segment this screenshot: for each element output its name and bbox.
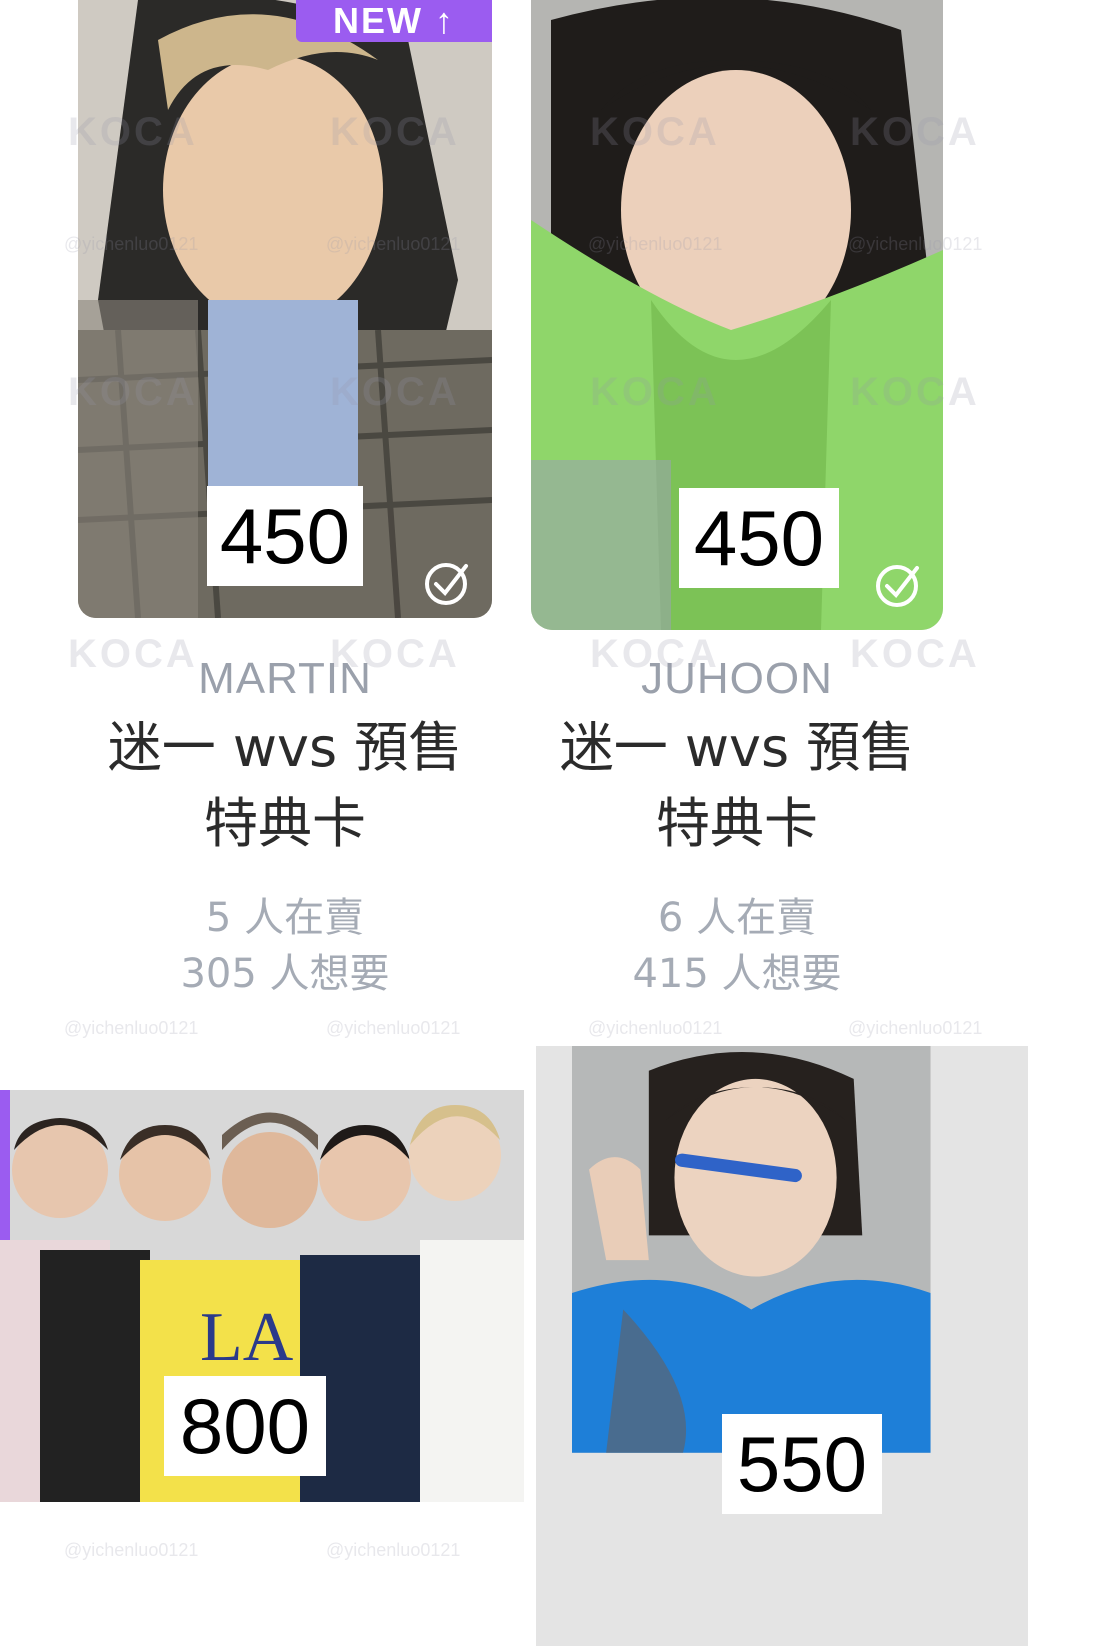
card-image-solo[interactable]: 550: [536, 1046, 1028, 1646]
price-label: 550: [722, 1414, 882, 1514]
price-label: 800: [164, 1376, 326, 1476]
watermark-handle: @yichenluo0121: [64, 1018, 199, 1038]
watermark-handle: @yichenluo0121: [588, 1018, 723, 1038]
seller-count: 5 人在賣: [205, 895, 365, 941]
card-info-martin[interactable]: MARTIN 迷一 wvs 預售 特典卡 5 人在賣 305 人想要: [40, 654, 530, 1002]
item-title: 迷一 wvs 預售: [559, 716, 915, 779]
check-circle-icon[interactable]: [422, 556, 474, 608]
svg-text:LA: LA: [200, 1299, 294, 1376]
card-image-group[interactable]: LA 800: [0, 1090, 524, 1502]
check-circle-icon[interactable]: [873, 558, 925, 610]
watermark-handle: @yichenluo0121: [326, 1018, 461, 1038]
watermark-handle: @yichenluo0121: [848, 1018, 983, 1038]
wanter-count: 415 人想要: [632, 951, 842, 997]
new-badge: NEW ↑: [296, 0, 492, 42]
member-name: JUHOON: [641, 654, 833, 703]
item-title-line2: 特典卡: [656, 792, 818, 855]
seller-count: 6 人在賣: [657, 895, 817, 941]
watermark-handle: @yichenluo0121: [64, 1540, 199, 1560]
watermark-handle: @yichenluo0121: [326, 1540, 461, 1560]
wanter-count: 305 人想要: [180, 951, 390, 997]
item-title: 迷一 wvs 預售: [107, 716, 463, 779]
item-title-line2: 特典卡: [204, 792, 366, 855]
card-info-juhoon[interactable]: JUHOON 迷一 wvs 預售 特典卡 6 人在賣 415 人想要: [492, 654, 982, 1002]
price-label: 450: [679, 488, 839, 588]
member-name: MARTIN: [198, 654, 372, 703]
card-image-martin[interactable]: NEW ↑ 450: [78, 0, 492, 618]
card-image-juhoon[interactable]: 450: [531, 0, 943, 630]
price-label: 450: [207, 486, 363, 586]
